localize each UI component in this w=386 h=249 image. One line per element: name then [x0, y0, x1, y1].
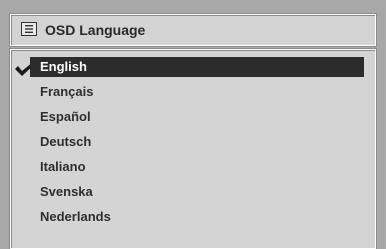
page-title: OSD Language [45, 22, 146, 38]
language-option-english[interactable]: English [30, 57, 364, 77]
menu-list-icon [21, 22, 37, 36]
language-option-italiano[interactable]: Italiano [30, 157, 364, 177]
title-bar: OSD Language [10, 14, 376, 46]
language-option-espanol[interactable]: Español [30, 107, 364, 127]
language-option-nederlands[interactable]: Nederlands [30, 207, 364, 227]
language-option-francais[interactable]: Français [30, 82, 364, 102]
language-option-svenska[interactable]: Svenska [30, 182, 364, 202]
language-option-deutsch[interactable]: Deutsch [30, 132, 364, 152]
